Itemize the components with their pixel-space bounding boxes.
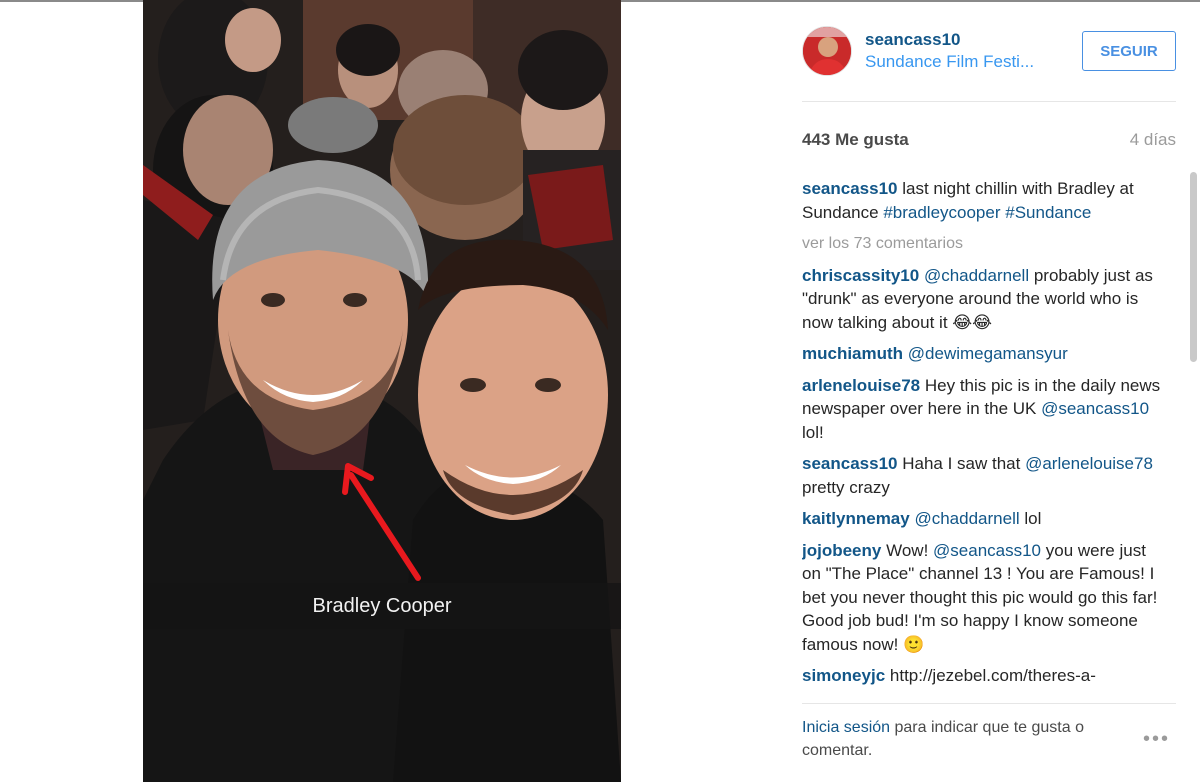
comment-mention[interactable]: @arlenelouise78 — [1025, 454, 1153, 473]
comments-scrollbar[interactable] — [1190, 172, 1197, 692]
follow-button[interactable]: SEGUIR — [1082, 31, 1176, 71]
laughing-emoji-icon: 😂😂 — [952, 312, 993, 332]
footer-divider — [802, 703, 1176, 704]
avatar-image — [803, 27, 851, 75]
list-item: kaitlynnemay @chaddarnell lol — [802, 507, 1164, 531]
comment-username[interactable]: seancass10 — [802, 454, 897, 473]
comment-username[interactable]: simoneyjc — [802, 666, 885, 685]
comment-username[interactable]: seancass10 — [802, 179, 897, 198]
list-item: simoneyjc http://jezebel.com/theres-a- — [802, 664, 1164, 688]
more-dots-icon[interactable]: ••• — [1143, 728, 1170, 751]
comment-text: Wow! — [886, 540, 929, 560]
comment-username[interactable]: kaitlynnemay — [802, 509, 910, 528]
smile-emoji-icon: 🙂 — [903, 634, 925, 654]
comment-mention[interactable]: @chaddarnell — [914, 509, 1019, 528]
comment-mention[interactable]: @chaddarnell — [924, 266, 1029, 285]
photo-caption: Bradley Cooper — [312, 594, 452, 617]
avatar[interactable] — [802, 26, 852, 76]
list-item: muchiamuth @dewimegamansyur — [802, 342, 1164, 366]
comment-username[interactable]: chriscassity10 — [802, 266, 919, 285]
list-item: seancass10 Haha I saw that @arlenelouise… — [802, 452, 1164, 499]
hashtag[interactable]: #bradleycooper — [883, 203, 1000, 222]
header-divider — [802, 101, 1176, 102]
login-prompt: Inicia sesión para indicar que te gusta … — [802, 716, 1132, 762]
photo-illustration — [143, 0, 621, 782]
post-photo[interactable]: Bradley Cooper — [143, 0, 621, 782]
post-username[interactable]: seancass10 — [865, 30, 960, 50]
post-details-panel: seancass10 Sundance Film Festi... SEGUIR… — [802, 0, 1182, 782]
comment-username[interactable]: jojobeeny — [802, 541, 881, 560]
photo-caption-bar: Bradley Cooper — [143, 583, 621, 629]
comments-list: seancass10 last night chillin with Bradl… — [802, 177, 1164, 697]
list-item: chriscassity10 @chaddarnell probably jus… — [802, 264, 1164, 335]
comment-username[interactable]: arlenelouise78 — [802, 376, 920, 395]
comment-text[interactable]: http://jezebel.com/theres-a- — [890, 666, 1096, 685]
hashtag[interactable]: #Sundance — [1005, 203, 1091, 222]
comment-mention[interactable]: @seancass10 — [1041, 399, 1149, 418]
comment-text: lol! — [802, 422, 824, 442]
post-caption: seancass10 last night chillin with Bradl… — [802, 177, 1164, 224]
view-more-comments[interactable]: ver los 73 comentarios — [802, 232, 1164, 256]
comment-username[interactable]: muchiamuth — [802, 344, 903, 363]
scrollbar-thumb[interactable] — [1190, 172, 1197, 362]
comment-text: Haha I saw that — [902, 454, 1021, 473]
login-link[interactable]: Inicia sesión — [802, 719, 890, 736]
comment-mention[interactable]: @dewimegamansyur — [908, 344, 1068, 363]
post-header: seancass10 Sundance Film Festi... SEGUIR — [802, 24, 1176, 78]
comment-text: lol — [1024, 509, 1042, 528]
list-item: arlenelouise78 Hey this pic is in the da… — [802, 374, 1164, 445]
post-age[interactable]: 4 días — [1130, 130, 1176, 150]
comment-mention[interactable]: @seancass10 — [933, 541, 1041, 560]
post-location[interactable]: Sundance Film Festi... — [865, 52, 1065, 72]
comment-text: pretty crazy — [802, 477, 890, 497]
list-item: jojobeeny Wow! @seancass10 you were just… — [802, 539, 1164, 657]
likes-count[interactable]: 443 Me gusta — [802, 130, 909, 150]
